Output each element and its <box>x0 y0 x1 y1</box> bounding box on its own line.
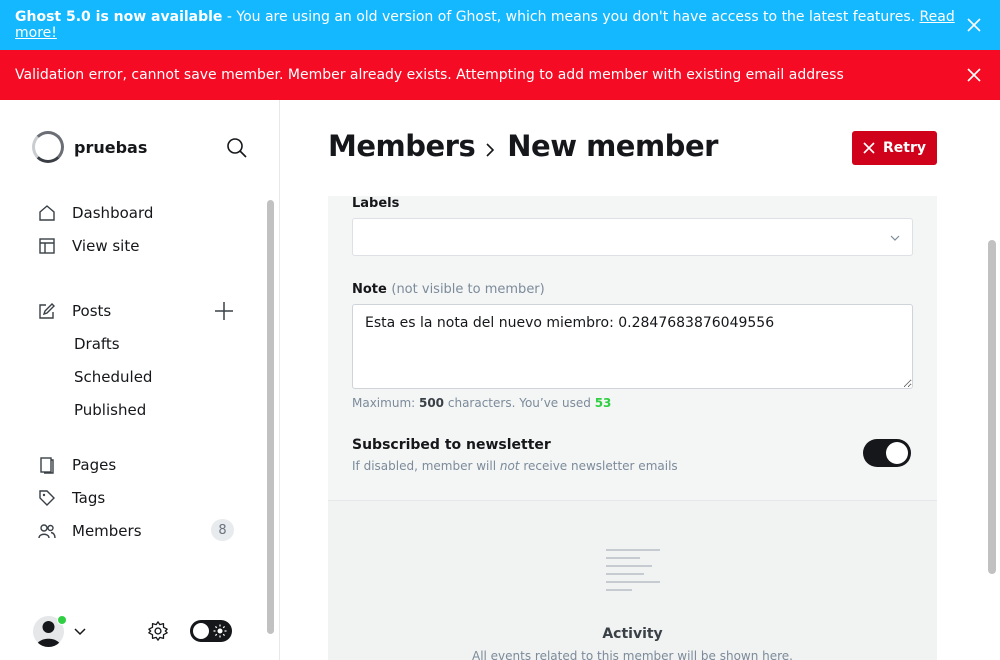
note-char-counter: Maximum: 500 characters. You’ve used 53 <box>352 396 611 410</box>
new-post-plus-icon[interactable] <box>214 301 234 321</box>
sidebar: pruebas Dashboard View site Posts Drafts… <box>0 100 280 660</box>
home-icon <box>39 205 55 221</box>
newsletter-desc-post: receive newsletter emails <box>519 459 678 473</box>
search-icon[interactable] <box>226 137 248 159</box>
close-icon <box>863 142 875 154</box>
members-icon <box>38 524 56 539</box>
sidebar-item-published[interactable]: Published <box>74 401 146 419</box>
newsletter-title: Subscribed to newsletter <box>352 437 551 453</box>
chevron-right-icon <box>486 143 495 157</box>
labels-label: Labels <box>352 196 400 211</box>
newsletter-desc-em: not <box>499 459 520 473</box>
sidebar-item-label: Pages <box>72 456 117 474</box>
layout-icon <box>39 238 55 254</box>
site-logo-icon <box>32 131 64 163</box>
tag-icon <box>39 490 55 506</box>
labels-select[interactable] <box>352 218 913 256</box>
sidebar-item-pages[interactable]: Pages <box>38 452 116 478</box>
toggle-knob <box>193 623 209 639</box>
toggle-knob <box>886 442 908 464</box>
counter-used: 53 <box>594 396 612 410</box>
chevron-down-icon <box>890 235 900 241</box>
sidebar-item-view-site[interactable]: View site <box>38 233 139 259</box>
sidebar-item-posts[interactable]: Posts <box>38 298 111 324</box>
close-icon[interactable] <box>966 67 982 83</box>
sidebar-item-label: View site <box>72 237 140 255</box>
update-banner-text: - You are using an old version of Ghost,… <box>222 9 920 25</box>
counter-prefix: Maximum: <box>352 396 419 410</box>
member-form: Labels Note (not visible to member) Maxi… <box>328 196 937 500</box>
sidebar-item-drafts[interactable]: Drafts <box>74 335 120 353</box>
sun-icon <box>213 624 227 638</box>
activity-list-icon <box>606 549 660 591</box>
sidebar-item-label: Dashboard <box>72 204 154 222</box>
note-textarea[interactable] <box>352 304 913 389</box>
sidebar-item-label: Members <box>72 522 142 540</box>
site-brand[interactable]: pruebas <box>32 131 147 163</box>
activity-title: Activity <box>602 626 663 642</box>
page-title: Members New member <box>328 129 718 163</box>
retry-button[interactable]: Retry <box>852 131 937 165</box>
sidebar-item-tags[interactable]: Tags <box>38 485 105 511</box>
note-label: Note (not visible to member) <box>352 282 545 297</box>
counter-max: 500 <box>418 396 445 410</box>
sidebar-item-dashboard[interactable]: Dashboard <box>38 200 153 226</box>
newsletter-description: If disabled, member will not receive new… <box>352 459 678 473</box>
note-label-hint: (not visible to member) <box>391 282 545 297</box>
members-count-badge: 8 <box>211 519 234 541</box>
sidebar-item-label: Posts <box>72 302 112 320</box>
activity-description: All events related to this member will b… <box>471 649 793 660</box>
dark-mode-toggle[interactable] <box>190 620 232 642</box>
breadcrumb-current: New member <box>507 129 718 163</box>
pages-icon <box>40 457 54 474</box>
main-scrollbar[interactable] <box>988 240 996 574</box>
breadcrumb-members[interactable]: Members <box>328 129 476 163</box>
online-status-dot <box>57 615 67 625</box>
update-banner: Ghost 5.0 is now available - You are usi… <box>0 0 1000 50</box>
note-label-text: Note <box>352 282 387 297</box>
newsletter-desc-pre: If disabled, member will <box>352 459 500 473</box>
chevron-down-icon[interactable] <box>73 625 87 639</box>
gear-icon[interactable] <box>147 620 169 642</box>
sidebar-item-scheduled[interactable]: Scheduled <box>74 368 152 386</box>
sidebar-scrollbar[interactable] <box>267 200 274 634</box>
main-content: Members New member Retry Labels Note (no… <box>280 100 1000 660</box>
update-banner-title: Ghost 5.0 is now available <box>15 9 223 25</box>
activity-panel: Activity All events related to this memb… <box>328 500 937 660</box>
counter-mid: characters. You’ve used <box>444 396 595 410</box>
error-banner: Validation error, cannot save member. Me… <box>0 50 1000 100</box>
edit-icon <box>39 303 55 319</box>
error-banner-text: Validation error, cannot save member. Me… <box>15 67 844 83</box>
close-icon[interactable] <box>966 17 982 33</box>
sidebar-item-members[interactable]: Members <box>38 518 142 544</box>
site-name: pruebas <box>74 137 148 157</box>
sidebar-item-label: Tags <box>72 489 106 507</box>
newsletter-toggle[interactable] <box>863 439 911 467</box>
retry-label: Retry <box>883 140 926 156</box>
